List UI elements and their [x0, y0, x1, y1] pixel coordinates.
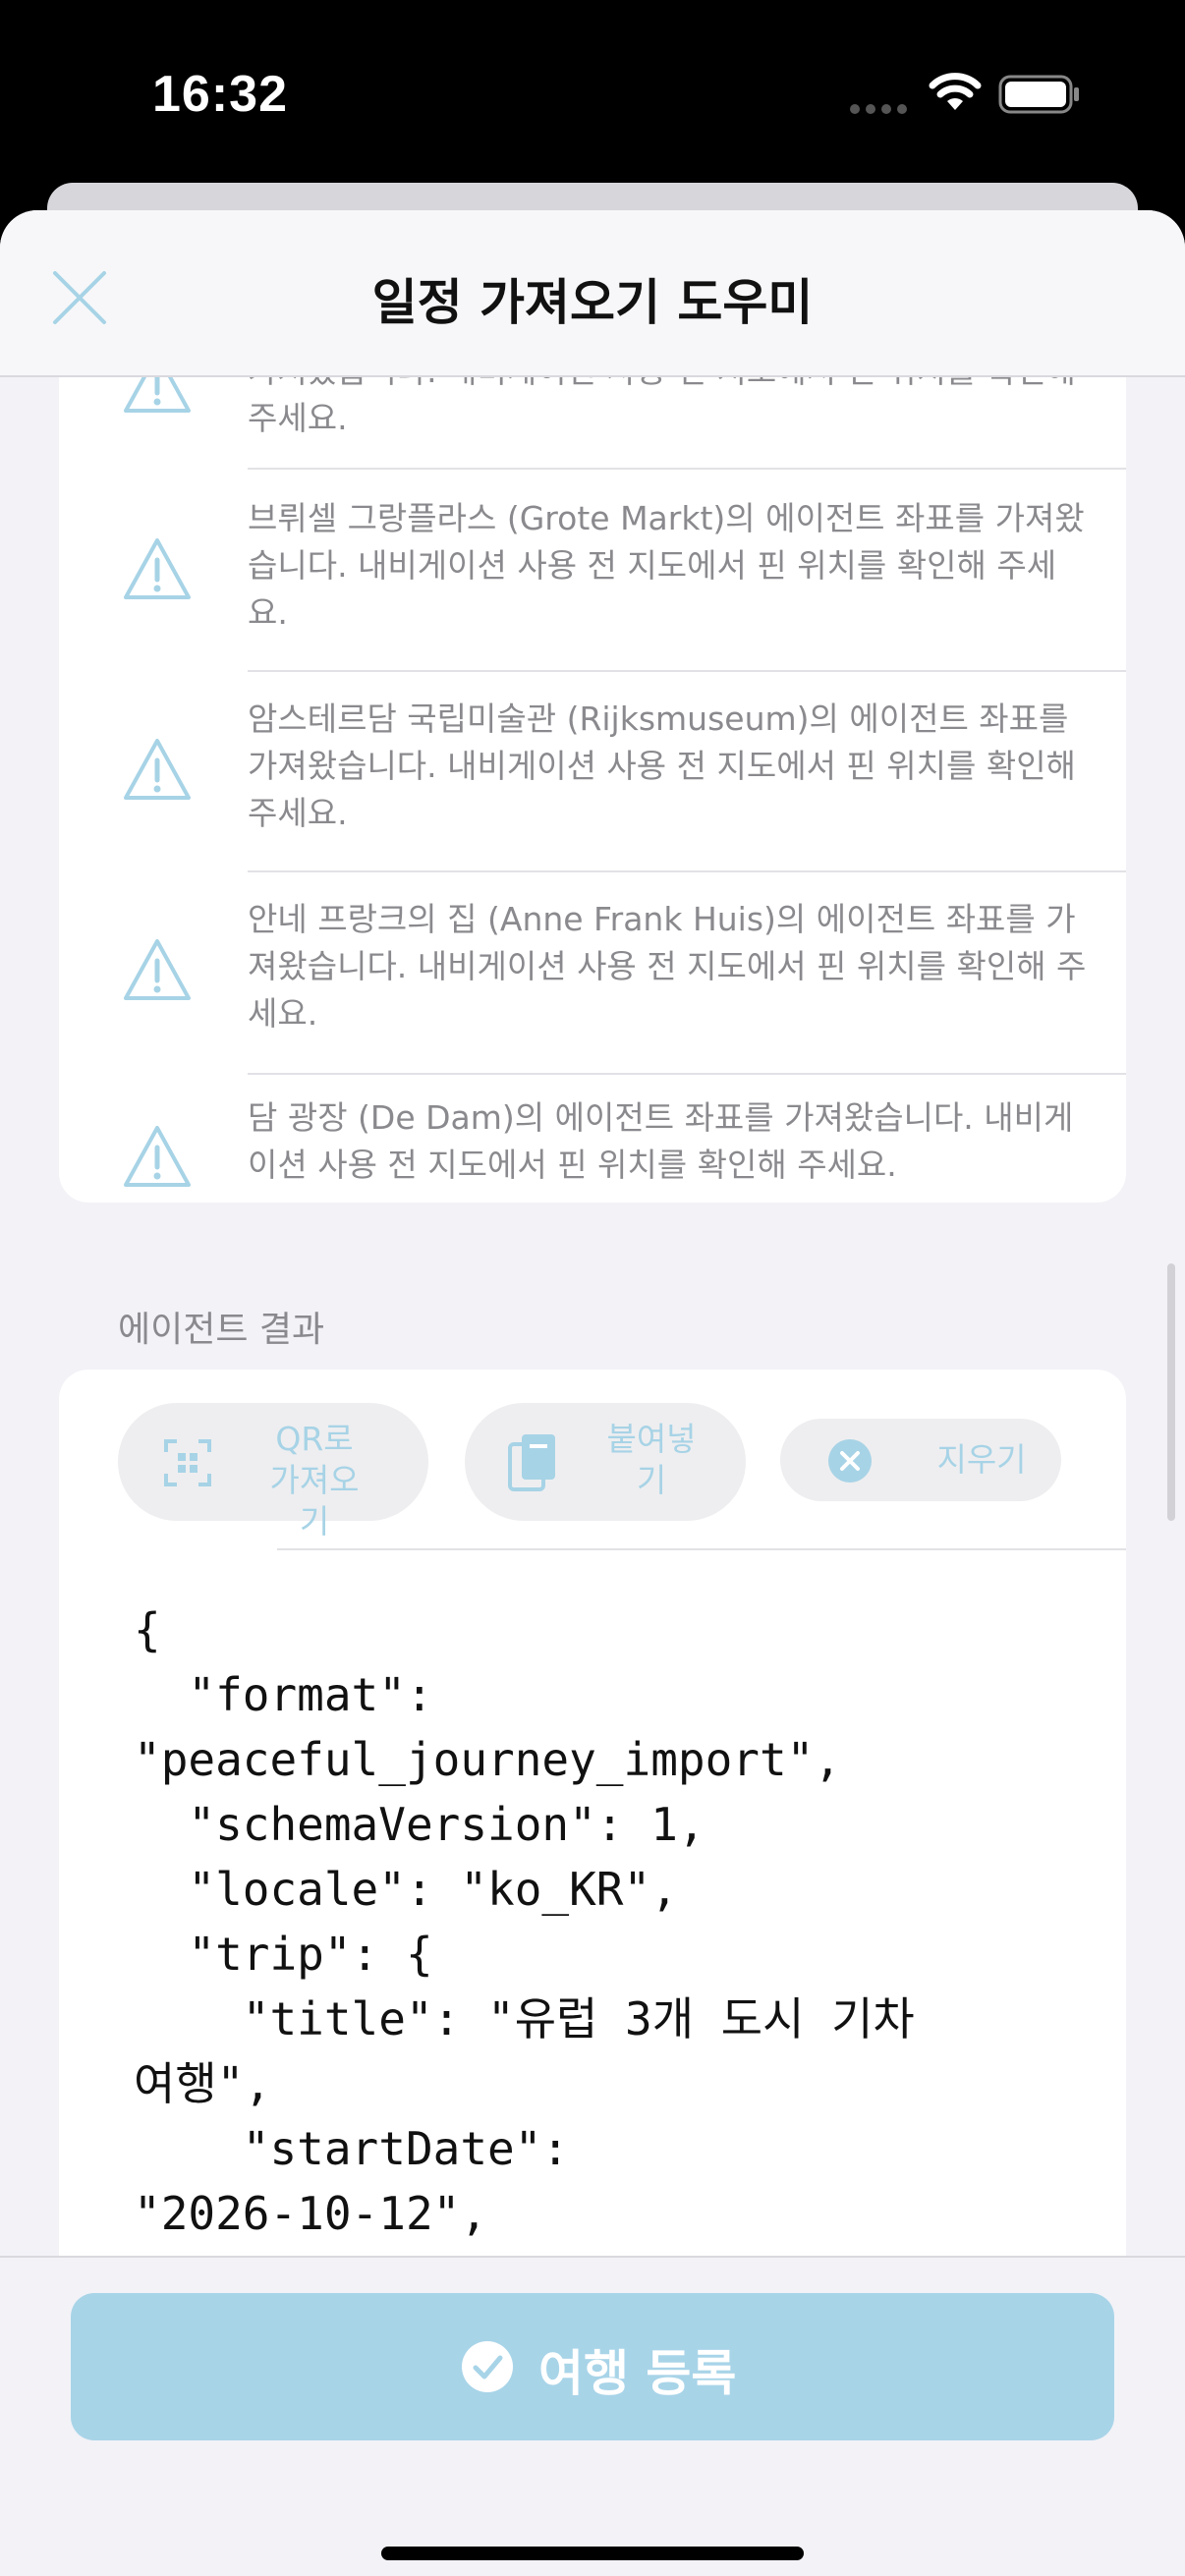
import-assistant-sheet: 가져왔습니다. 내비게이션 사용 전 지도에서 핀 위치를 확인해 주세요. 브… [0, 210, 1185, 2576]
page-title: 일정 가져오기 도우미 [371, 274, 814, 331]
warning-triangle-icon [124, 739, 191, 800]
bottom-action-bar: 여행 등록 [0, 2256, 1185, 2576]
divider [277, 1548, 1126, 1550]
paste-button[interactable]: 붙여넣기 [465, 1403, 746, 1521]
check-circle-icon [462, 2341, 513, 2392]
clipboard-icon [508, 1434, 555, 1491]
status-bar: 16:32 [0, 0, 1185, 187]
qr-scan-icon [164, 1439, 211, 1486]
scroll-indicator[interactable] [1167, 1263, 1175, 1521]
warning-text: 암스테르담 국립미술관 (Rijksmuseum)의 에이전트 좌표를 가져왔습… [248, 700, 1076, 832]
clear-button[interactable]: 지우기 [780, 1419, 1061, 1501]
home-indicator [381, 2547, 804, 2560]
clear-label: 지우기 [936, 1440, 1027, 1479]
status-time: 16:32 [152, 66, 288, 123]
clear-circle-icon [828, 1439, 872, 1483]
wifi-icon [929, 73, 982, 110]
register-trip-label: 여행 등록 [538, 2345, 737, 2402]
warning-text: 담 광장 (De Dam)의 에이전트 좌표를 가져왔습니다. 내비게이션 사용… [248, 1098, 1074, 1184]
divider [248, 870, 1126, 872]
warning-text: 브뤼셀 그랑플라스 (Grote Markt)의 에이전트 좌표를 가져왔습니다… [248, 499, 1085, 632]
qr-import-button[interactable]: QR로 가져오기 [118, 1403, 428, 1540]
register-trip-button[interactable]: 여행 등록 [71, 2293, 1114, 2440]
warning-triangle-icon [124, 1126, 191, 1187]
section-label-agent-result: 에이전트 결과 [118, 1310, 325, 1350]
nav-bar: 일정 가져오기 도우미 [0, 210, 1185, 377]
battery-icon [998, 75, 1079, 114]
warning-triangle-icon [124, 538, 191, 599]
paste-label: 붙여넣기 [606, 1420, 697, 1499]
divider [248, 670, 1126, 672]
qr-import-label: QR로 가져오기 [269, 1420, 360, 1540]
warning-text: 안네 프랑크의 집 (Anne Frank Huis)의 에이전트 좌표를 가져… [248, 900, 1087, 1033]
signal-dots-icon [850, 104, 907, 114]
agent-result-json-editor[interactable]: { "format": "peaceful_journey_import", "… [134, 1597, 1097, 2311]
warning-triangle-icon [124, 939, 191, 1000]
divider [248, 1073, 1126, 1075]
divider [248, 468, 1126, 470]
